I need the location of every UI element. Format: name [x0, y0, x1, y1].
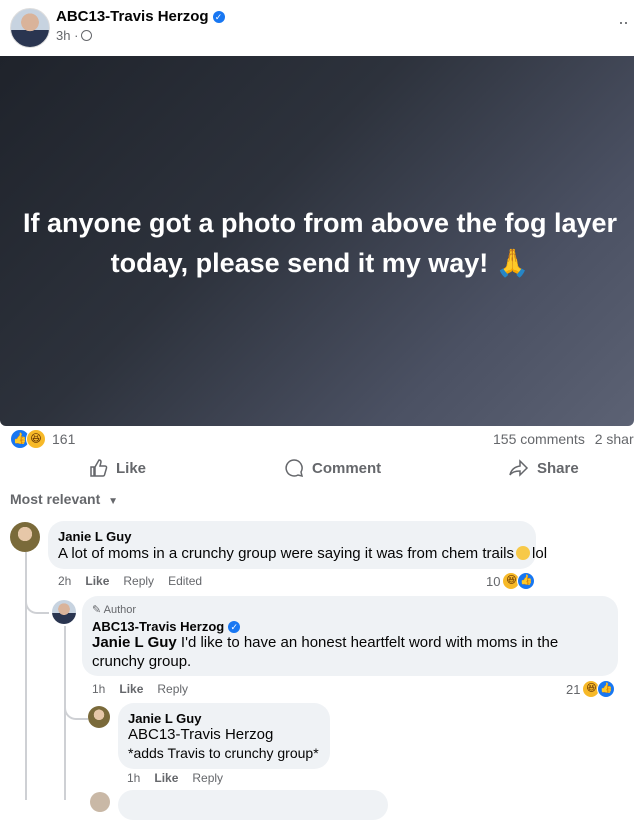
- commenter-avatar[interactable]: [88, 706, 110, 728]
- shares-count[interactable]: 2 shar: [595, 431, 634, 447]
- nested-reply-name[interactable]: Janie L Guy: [128, 711, 201, 726]
- comment-text: A lot of moms in a crunchy group were sa…: [58, 545, 548, 562]
- reply-reaction-count[interactable]: 21 😆 👍: [566, 680, 616, 698]
- comment-reply-button[interactable]: Reply: [123, 574, 154, 588]
- reply-bubble: ✎ Author ABC13-Travis Herzog ✓ Janie L Gu…: [82, 596, 618, 676]
- reaction-icons[interactable]: 👍 😆: [10, 429, 46, 449]
- comment-like-button[interactable]: Like: [85, 574, 109, 588]
- reply-author-name[interactable]: ABC13-Travis Herzog ✓: [92, 619, 241, 634]
- nested-reply-bubble: Janie L Guy ABC13-Travis Herzog *adds Tr…: [118, 703, 330, 769]
- post-hero-text: If anyone got a photo from above the fog…: [22, 208, 618, 278]
- comment-bubble-icon: [285, 459, 304, 478]
- commenter-avatar[interactable]: [10, 522, 40, 552]
- nested-reply-actions: 1h Like Reply: [127, 771, 224, 785]
- verified-badge-icon: ✓: [228, 621, 241, 633]
- thumbs-up-icon: [90, 459, 108, 477]
- comment-share-counts: 155 comments 2 shar: [493, 431, 634, 447]
- comments-count[interactable]: 155 comments: [493, 431, 585, 447]
- commenter-name[interactable]: Janie L Guy: [58, 529, 131, 544]
- comment-actions: 2h Like Reply Edited: [58, 574, 203, 588]
- share-button[interactable]: Share: [509, 458, 579, 478]
- pencil-icon: ✎: [92, 604, 102, 616]
- globe-icon: [81, 30, 93, 41]
- verified-badge-icon: ✓: [212, 11, 225, 23]
- comment-bubble: Janie L Guy A lot of moms in a crunchy g…: [48, 521, 547, 569]
- more-options-icon[interactable]: ··: [618, 12, 629, 33]
- post-time[interactable]: 3h: [56, 28, 70, 43]
- like-reaction-icon: 👍: [597, 680, 616, 698]
- caret-down-icon: ▼: [108, 496, 119, 507]
- author-badge: ✎ Author: [92, 604, 137, 616]
- like-reaction-icon: 👍: [517, 572, 536, 590]
- thread-connector: [25, 590, 49, 614]
- reply-like-button[interactable]: Like: [119, 682, 143, 696]
- share-arrow-icon: [509, 459, 529, 477]
- nested-reply-button[interactable]: Reply: [192, 771, 223, 785]
- page-avatar[interactable]: [10, 8, 50, 48]
- haha-reaction-icon: 😆: [26, 429, 46, 449]
- wink-emoji-icon: [516, 546, 531, 560]
- reply-thread-connector: [64, 700, 88, 720]
- post-meta: 3h ·: [56, 28, 93, 43]
- like-button[interactable]: Like: [88, 458, 146, 478]
- page-name[interactable]: ABC13-Travis Herzog ✓: [56, 8, 225, 25]
- next-comment-bubble: [118, 790, 388, 820]
- next-commenter-avatar[interactable]: [90, 792, 110, 812]
- reply-text: Janie L Guy I'd like to have an honest h…: [92, 634, 559, 670]
- reaction-count[interactable]: 161: [52, 431, 75, 447]
- reply-reply-button[interactable]: Reply: [157, 682, 188, 696]
- reply-actions: 1h Like Reply: [92, 682, 189, 696]
- comment-button[interactable]: Comment: [284, 458, 381, 478]
- nested-mention[interactable]: ABC13-Travis Herzog: [128, 725, 273, 744]
- mention-link[interactable]: Janie L Guy: [92, 634, 177, 651]
- nested-reply-text: *adds Travis to crunchy group*: [128, 745, 319, 761]
- nested-like-button[interactable]: Like: [154, 771, 178, 785]
- author-avatar[interactable]: [52, 600, 76, 624]
- comment-sort-dropdown[interactable]: Most relevant ▼: [10, 491, 118, 507]
- comment-reaction-count[interactable]: 10 😆 👍: [486, 572, 536, 590]
- edited-label[interactable]: Edited: [168, 574, 202, 588]
